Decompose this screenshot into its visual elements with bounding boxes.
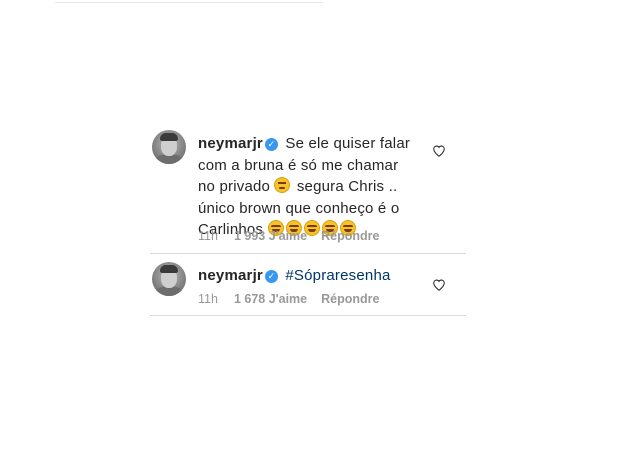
comment-item: neymarjr ✓ Se ele quiser falar com a brun…: [150, 130, 466, 254]
username-link[interactable]: neymarjr: [198, 135, 263, 152]
verified-badge-icon: ✓: [264, 270, 278, 283]
likes-count[interactable]: 1 993 J'aime: [234, 229, 307, 243]
comment-line: brown que conheço é o: [239, 199, 400, 217]
row-divider: [150, 315, 466, 316]
row-divider: [150, 253, 466, 254]
reply-button[interactable]: Répondre: [321, 292, 379, 306]
top-divider: [55, 2, 323, 3]
comment-time[interactable]: 11h: [198, 292, 218, 306]
likes-count[interactable]: 1 678 J'aime: [234, 292, 307, 306]
comment-meta: 11h 1 678 J'aime Répondre: [198, 292, 393, 306]
comment-text: neymarjr ✓ Se ele quiser falar com a brun…: [198, 133, 418, 241]
comment-text: neymarjr ✓ #Sópraresenha: [198, 265, 418, 287]
winking-face-emoji-icon: [274, 177, 291, 193]
reply-button[interactable]: Répondre: [321, 229, 379, 243]
avatar[interactable]: [152, 130, 186, 164]
comment-meta: 11h 1 993 J'aime Répondre: [198, 229, 393, 243]
comment-line: Se ele quiser falar: [285, 135, 411, 152]
heart-like-icon[interactable]: [432, 278, 446, 292]
username-link[interactable]: neymarjr: [198, 267, 263, 284]
comment-line: privado: [219, 178, 271, 195]
verified-badge-icon: ✓: [264, 138, 278, 151]
comment-time[interactable]: 11h: [198, 229, 218, 243]
comment-item: neymarjr ✓ #Sópraresenha 11h 1 678 J'aime R…: [150, 262, 466, 316]
hashtag-link[interactable]: #Sópraresenha: [285, 267, 390, 284]
avatar[interactable]: [152, 262, 186, 296]
heart-like-icon[interactable]: [432, 144, 446, 158]
